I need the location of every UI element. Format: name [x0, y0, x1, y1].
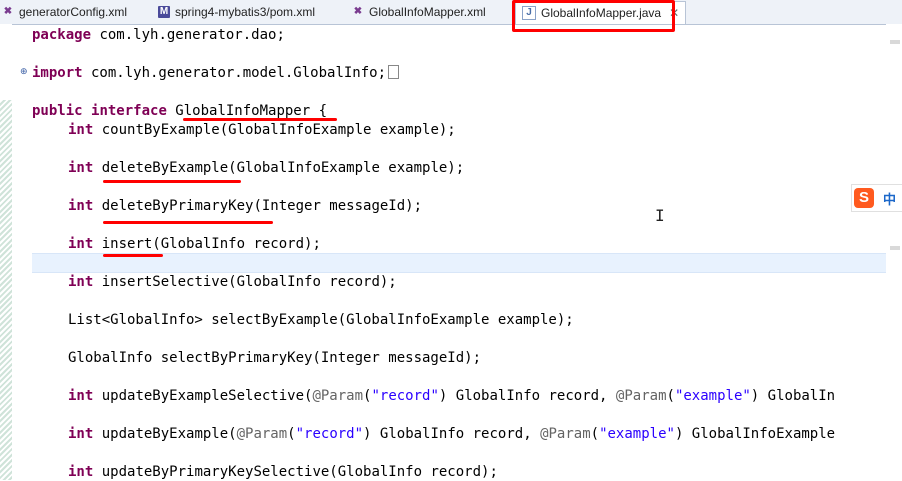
xml-file-icon: ✖ — [3, 6, 13, 17]
annotation: @Param — [615, 388, 667, 404]
code-text: deleteByExample(GlobalInfoExample exampl… — [93, 160, 465, 176]
code-line-deletebyexample[interactable]: int deleteByExample(GlobalInfoExample ex… — [68, 159, 464, 177]
code-line-selectbyexample[interactable]: List<GlobalInfo> selectByExample(GlobalI… — [68, 311, 574, 329]
keyword: int — [68, 160, 94, 176]
code-line-updatebyprimarykeyselective[interactable]: int updateByPrimaryKeySelective(GlobalIn… — [68, 463, 498, 481]
ime-language-toggle[interactable]: 中 — [883, 189, 896, 208]
overview-marker[interactable] — [890, 40, 900, 44]
keyword: int — [68, 274, 94, 290]
code-text: List<GlobalInfo> selectByExample(GlobalI… — [68, 312, 574, 328]
keyword: interface — [91, 103, 167, 119]
keyword: int — [68, 388, 94, 404]
string-literal: "record" — [371, 388, 439, 404]
sogou-ime-icon[interactable]: S — [854, 188, 874, 208]
underline-deletebyexample — [103, 180, 241, 183]
annotation: @Param — [540, 426, 591, 442]
code-line-updatebyexample[interactable]: int updateByExample(@Param("record") Glo… — [68, 425, 835, 443]
code-text: updateByExample( — [93, 426, 237, 442]
xml-file-icon: ✖ — [353, 6, 363, 17]
tab-label: GlobalInfoMapper.xml — [369, 5, 486, 19]
code-text: deleteByPrimaryKey(Integer messageId); — [93, 198, 423, 214]
code-text: GlobalInfo selectByPrimaryKey(Integer me… — [68, 350, 482, 366]
code-text: insertSelective(GlobalInfo record); — [93, 274, 397, 290]
keyword: int — [68, 464, 94, 480]
code-line-countbyexample[interactable]: int countByExample(GlobalInfoExample exa… — [68, 121, 456, 139]
keyword: package — [32, 27, 92, 43]
code-text: ) GlobalInfo record, — [363, 426, 541, 442]
tab-label: spring4-mybatis3/pom.xml — [175, 5, 316, 19]
code-line-import[interactable]: import com.lyh.generator.model.GlobalInf… — [32, 64, 400, 82]
code-text: com.lyh.generator.model.GlobalInfo; — [82, 65, 387, 81]
string-literal: "example" — [674, 388, 751, 404]
editor-tab-bar: ✖ generatorConfig.xml M spring4-mybatis3… — [0, 0, 902, 25]
string-literal: "record" — [295, 426, 364, 442]
keyword: public — [32, 103, 83, 119]
overview-ruler[interactable] — [886, 24, 902, 480]
collapsed-imports-icon[interactable] — [388, 65, 400, 79]
highlight-box-active-tab — [512, 0, 675, 32]
code-text: ) GlobalInfo record, — [438, 388, 616, 404]
keyword: int — [68, 426, 94, 442]
code-text: countByExample(GlobalInfoExample example… — [93, 122, 456, 138]
code-line-insertselective[interactable]: int insertSelective(GlobalInfo record); — [68, 273, 397, 291]
code-text: updateByExampleSelective( — [93, 388, 313, 404]
code-line-deletebyprimarykey[interactable]: int deleteByPrimaryKey(Integer messageId… — [68, 197, 422, 215]
code-text: updateByPrimaryKeySelective(GlobalInfo r… — [93, 464, 498, 480]
ime-toolbar[interactable]: S 中 — [851, 184, 902, 212]
code-text: ( — [666, 388, 675, 404]
code-text: ( — [287, 426, 296, 442]
tab-generatorconfig-xml[interactable]: ✖ generatorConfig.xml — [2, 2, 127, 22]
keyword: int — [68, 122, 94, 138]
keyword: import — [32, 65, 83, 81]
code-text: GlobalInfoMapper { — [166, 103, 328, 119]
code-line-insert[interactable]: int insert(GlobalInfo record); — [68, 235, 321, 253]
tab-label: generatorConfig.xml — [19, 5, 128, 19]
keyword: int — [68, 236, 94, 252]
text-cursor-icon: I — [655, 206, 665, 225]
code-text: ) GlobalIn — [750, 388, 836, 404]
overview-marker[interactable] — [890, 246, 900, 250]
underline-insert — [103, 254, 163, 257]
ruler-blank — [0, 24, 12, 100]
tab-globalinfomapper-xml[interactable]: ✖ GlobalInfoMapper.xml — [352, 2, 486, 22]
code-text: ) GlobalInfoExample — [674, 426, 836, 442]
maven-pom-icon: M — [158, 6, 170, 18]
underline-deletebyprimarykey — [103, 221, 273, 224]
code-text: insert(GlobalInfo record); — [93, 236, 321, 252]
code-text: com.lyh.generator.dao; — [91, 27, 285, 43]
underline-globalinfomapper — [183, 118, 337, 121]
code-line-selectbyprimarykey[interactable]: GlobalInfo selectByPrimaryKey(Integer me… — [68, 349, 481, 367]
expand-fold-icon[interactable]: ⊕ — [20, 68, 28, 77]
code-line-updatebyexampleselective[interactable]: int updateByExampleSelective(@Param("rec… — [68, 387, 835, 405]
annotation: @Param — [312, 388, 364, 404]
annotation: @Param — [236, 426, 288, 442]
tab-pom-xml[interactable]: M spring4-mybatis3/pom.xml — [158, 2, 315, 22]
keyword: int — [68, 198, 94, 214]
string-literal: "example" — [599, 426, 675, 442]
code-line-package[interactable]: package com.lyh.generator.dao; — [32, 26, 285, 44]
code-text: ( — [590, 426, 600, 442]
